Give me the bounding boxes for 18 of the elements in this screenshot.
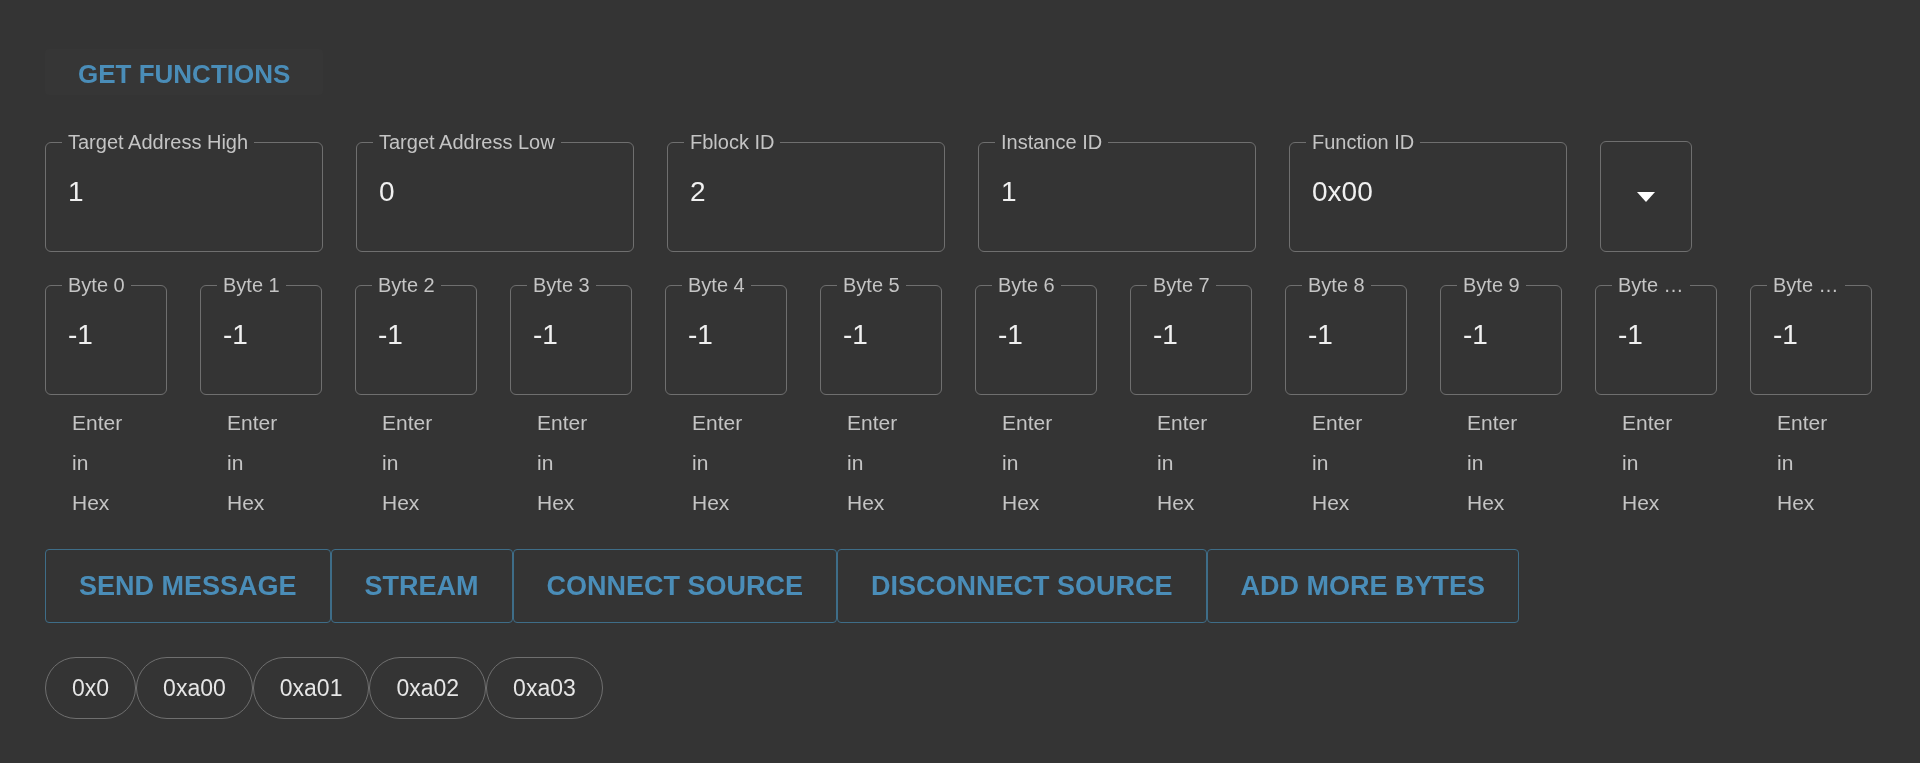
helper-text: Enter in Hex bbox=[1312, 410, 1363, 516]
input-field[interactable]: Function ID 0x00 bbox=[1289, 131, 1567, 252]
input-field[interactable]: Target Address Low 0 bbox=[356, 131, 634, 252]
helper-text: Enter in Hex bbox=[847, 410, 898, 516]
helper-text: Enter in Hex bbox=[1777, 410, 1828, 516]
caret-icon bbox=[1637, 191, 1655, 202]
helper-text: Enter in Hex bbox=[72, 410, 123, 516]
helper-text: Enter in Hex bbox=[1002, 410, 1053, 516]
helper-text: Enter in Hex bbox=[537, 410, 588, 516]
dropdown-button[interactable] bbox=[1600, 141, 1692, 252]
helper-text: Enter in Hex bbox=[1157, 410, 1208, 516]
helper-text: Enter in Hex bbox=[227, 410, 278, 516]
input-field[interactable]: Fblock ID 2 bbox=[667, 131, 945, 252]
input-field[interactable]: Target Address High 1 bbox=[45, 131, 323, 252]
helper-text: Enter in Hex bbox=[692, 410, 743, 516]
helper-text: Enter in Hex bbox=[1622, 410, 1673, 516]
helper-text: Enter in Hex bbox=[1467, 410, 1518, 516]
helper-text: Enter in Hex bbox=[382, 410, 433, 516]
